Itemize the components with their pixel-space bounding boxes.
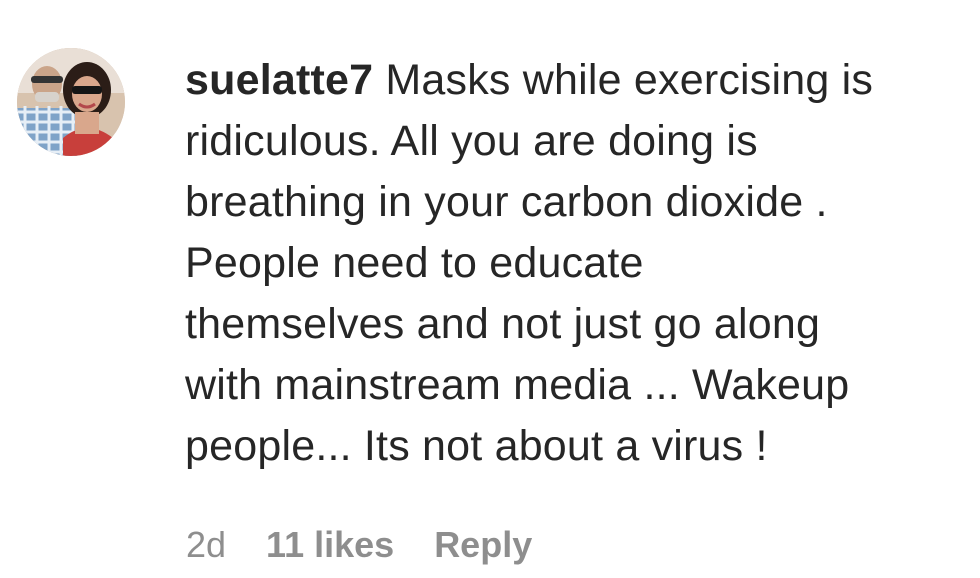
timestamp[interactable]: 2d <box>186 520 226 570</box>
comment-text: suelatte7 Masks while exercising is ridi… <box>185 50 965 477</box>
comment-line: with mainstream media ... Wakeup <box>185 361 850 409</box>
comment-line: breathing in your carbon dioxide . <box>185 178 828 226</box>
comment-meta: 2d 11 likes Reply <box>186 520 532 570</box>
comment-line: people... Its not about a virus ! <box>185 422 768 470</box>
comment-line: ridiculous. All you are doing is <box>185 117 758 165</box>
comment-line: People need to educate <box>185 239 644 287</box>
comment: suelatte7 Masks while exercising is ridi… <box>0 0 980 578</box>
profile-photo-icon <box>17 48 125 156</box>
comment-line: suelatte7 Masks while exercising is <box>185 50 965 111</box>
comment-line: themselves and not just go along <box>185 300 821 348</box>
reply-button[interactable]: Reply <box>434 520 532 570</box>
avatar[interactable] <box>17 48 125 156</box>
comment-line-text: Masks while exercising is <box>385 56 874 104</box>
likes-count[interactable]: 11 likes <box>266 520 394 570</box>
username-link[interactable]: suelatte7 <box>185 56 373 104</box>
